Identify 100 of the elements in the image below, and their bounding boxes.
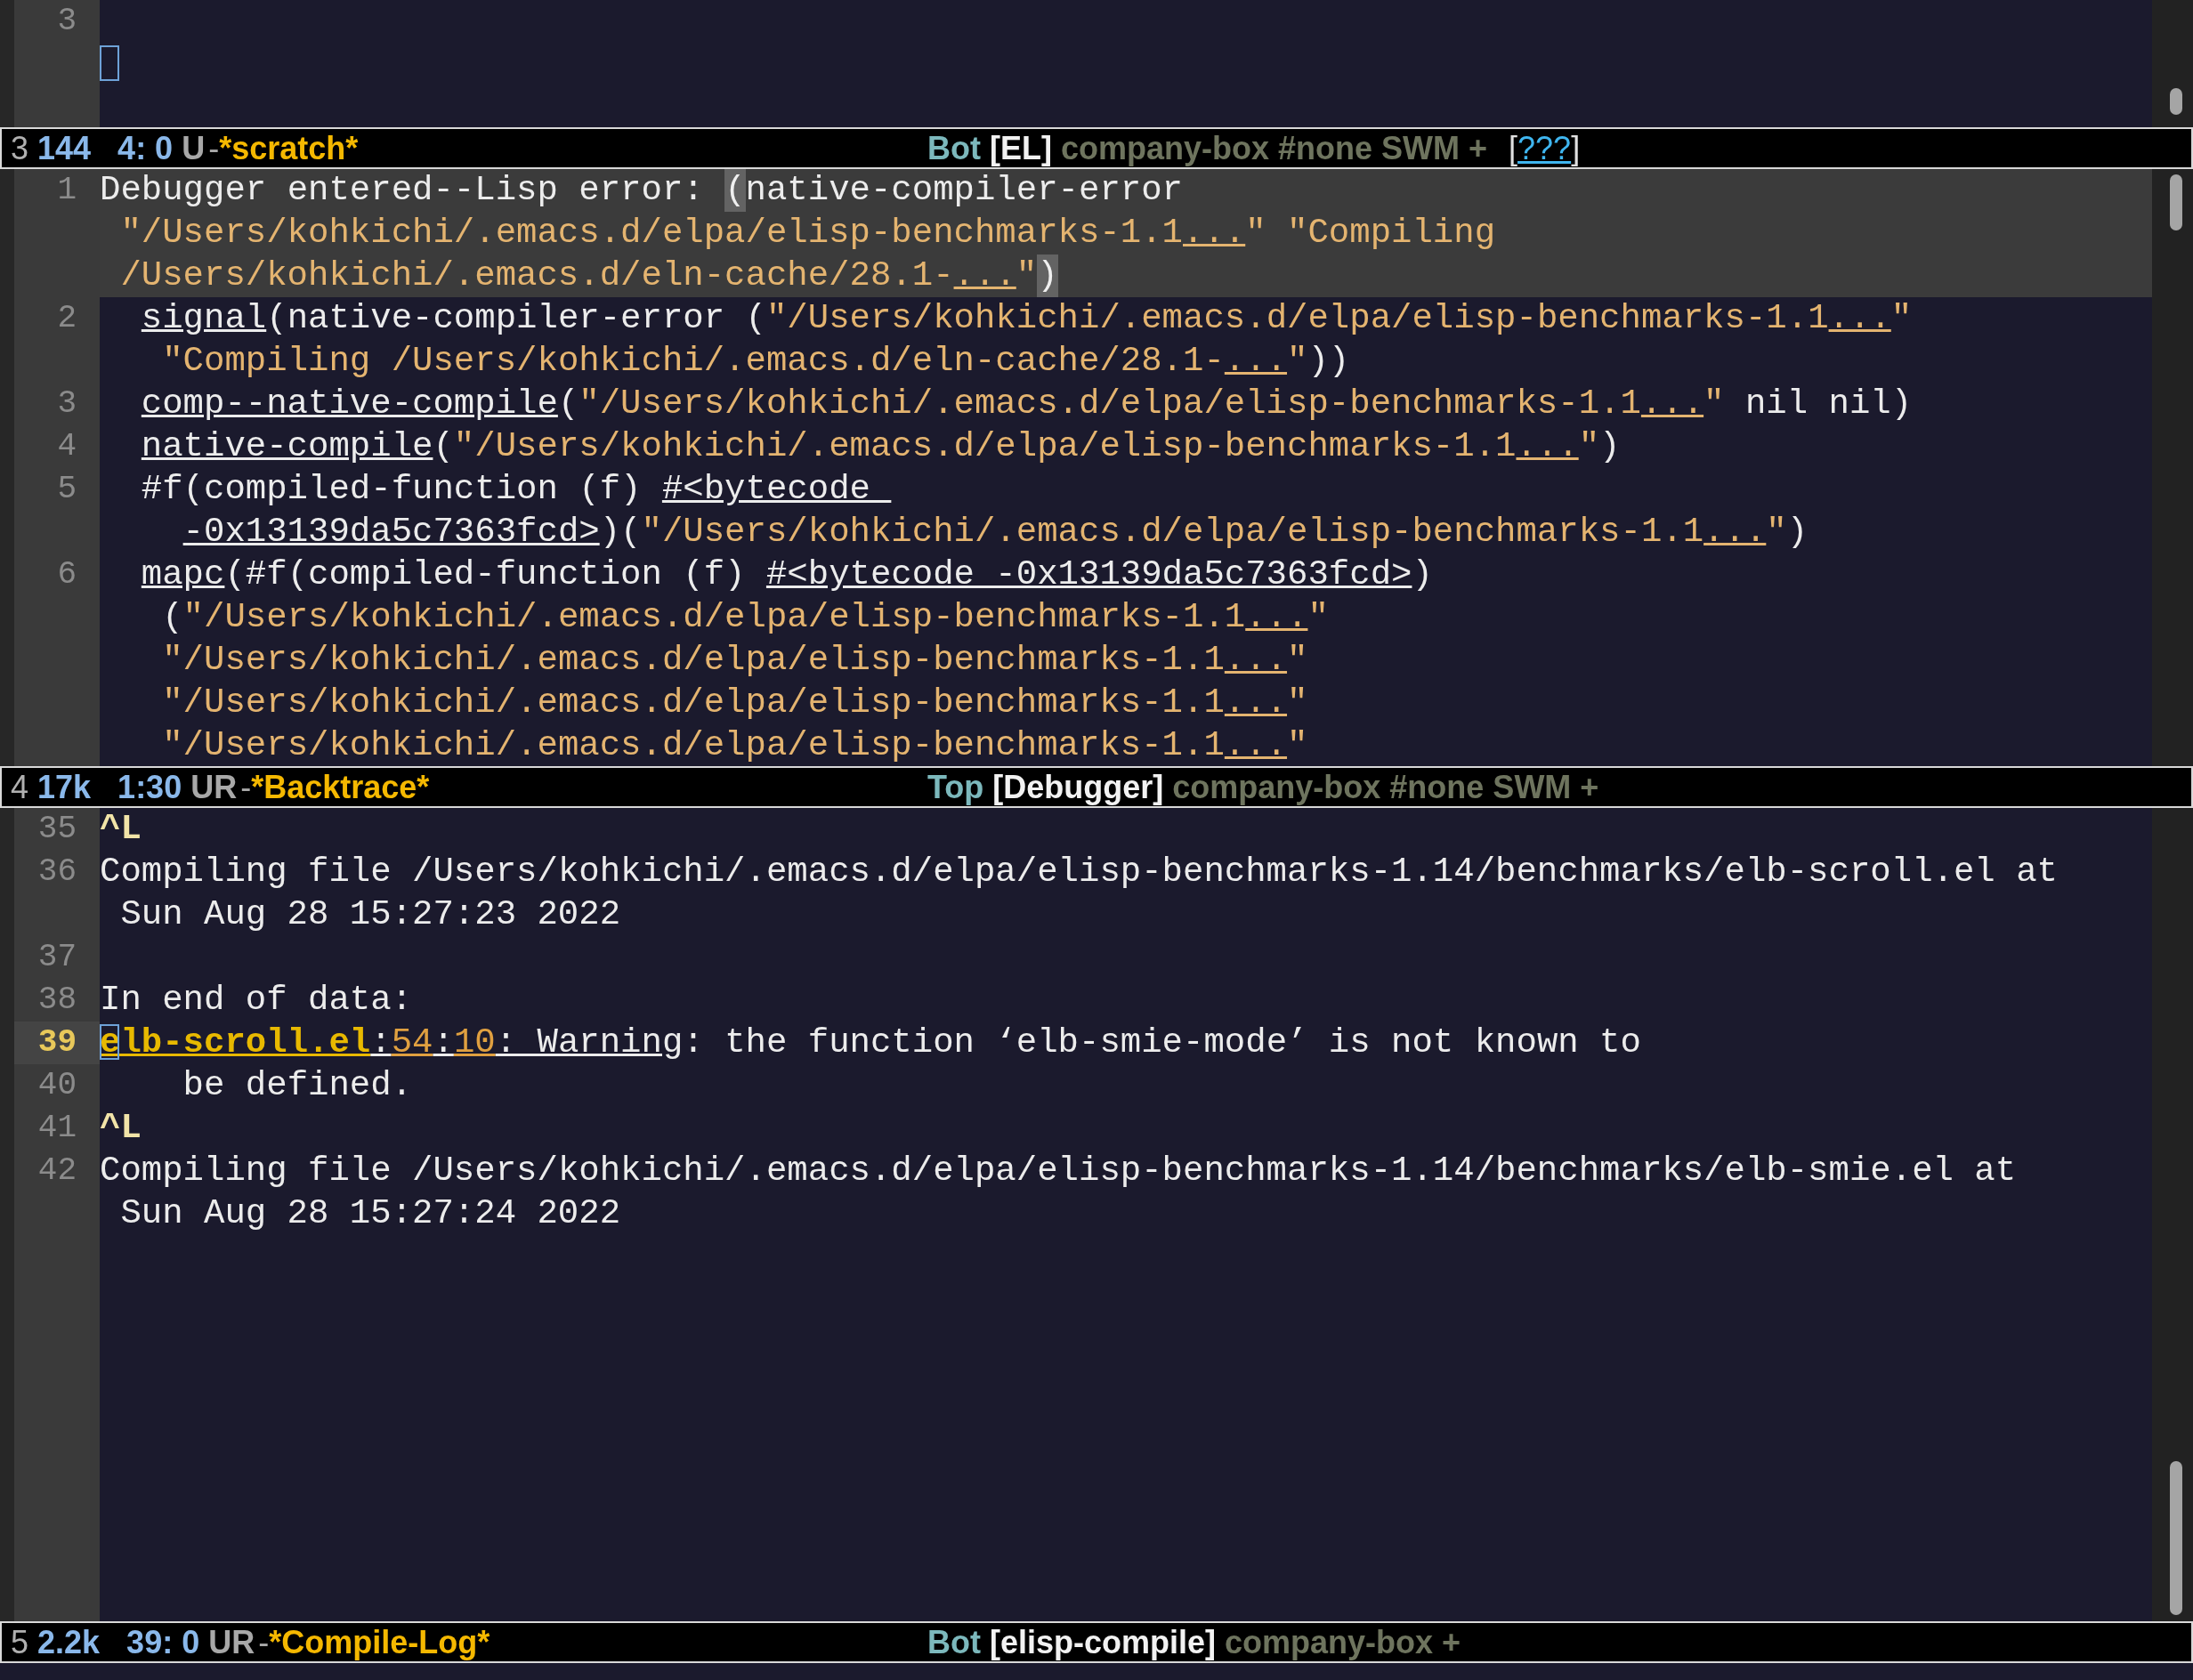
line-number: 3: [57, 2, 77, 41]
minor-modes: company-box #none SWM +: [1060, 129, 1488, 167]
string-literal: ": [1287, 682, 1308, 724]
code-text: ): [1786, 512, 1809, 553]
window-number: 4: [11, 768, 29, 806]
major-mode: [EL]: [990, 129, 1052, 167]
string-literal: "/Users/kohkichi/.emacs.d/elpa/elisp-benchmarks-1.1: [453, 426, 1517, 468]
ellipsis-link[interactable]: ...: [1183, 212, 1246, 254]
buffer-name: *Compile-Log*: [269, 1623, 490, 1661]
string-literal: ": [1287, 725, 1308, 766]
string-literal: "Compiling /Users/kohkichi/.emacs.d/eln-cache/28.1-: [162, 341, 1225, 383]
line-number-link[interactable]: 10: [453, 1022, 496, 1064]
scrollbar[interactable]: [2152, 169, 2193, 766]
code-text: : the function ‘elb-smie-mode’ is not known to: [683, 1022, 1641, 1064]
string-literal: /Users/kohkichi/.emacs.d/eln-cache/28.1-: [120, 255, 954, 297]
string-literal: "/Users/kohkichi/.emacs.d/elpa/elisp-benchmarks-1.1: [641, 512, 1704, 553]
buffer-name: *Backtrace*: [251, 768, 430, 806]
code-text: Compiling file /Users/kohkichi/.emacs.d/elpa/elisp-benchmarks-1.14/benchmarks/elb-scroll.el at: [100, 852, 2058, 893]
ellipsis-link[interactable]: ...: [1245, 596, 1308, 639]
scrollbar-thumb[interactable]: [2170, 1461, 2182, 1615]
ellipsis-link[interactable]: ...: [1703, 511, 1767, 553]
string-literal: ": [1890, 298, 1913, 340]
scrollbar-thumb[interactable]: [2170, 88, 2182, 115]
scrollbar-thumb[interactable]: [2170, 174, 2182, 230]
buffer-flags: UR: [208, 1623, 255, 1661]
bracket: [: [1509, 129, 1518, 167]
line-number: 35: [37, 810, 77, 849]
line-number: 36: [37, 852, 77, 892]
ellipsis-link[interactable]: ...: [1640, 383, 1704, 425]
string-literal: "/Users/kohkichi/.emacs.d/elpa/elisp-benchmarks-1.1: [579, 384, 1641, 425]
ellipsis-link[interactable]: ...: [1224, 639, 1288, 682]
code-text: be defined.: [182, 1065, 413, 1107]
code-text: (: [162, 597, 183, 639]
function-link[interactable]: signal: [141, 297, 267, 340]
string-literal: ": [1578, 426, 1600, 468]
string-literal: " "Compiling: [1245, 213, 1496, 254]
string-literal: ": [1016, 255, 1038, 297]
cursor-position: 1:30: [117, 768, 182, 806]
ellipsis-link[interactable]: ...: [1224, 724, 1288, 766]
buffer-size: 17k: [37, 768, 92, 806]
line-number: 4: [57, 427, 77, 466]
function-link[interactable]: mapc: [141, 553, 225, 596]
code-text: Debugger entered--Lisp error:: [100, 170, 705, 212]
code-text: ): [1412, 554, 1433, 596]
scrollbar[interactable]: [2152, 808, 2193, 1621]
scroll-position: Bot: [927, 1623, 981, 1661]
ellipsis-link[interactable]: ...: [953, 254, 1016, 297]
warning-link[interactable]: : Warning: [495, 1022, 684, 1064]
code-text: #f(compiled-function (f): [141, 469, 643, 511]
warning-link[interactable]: :: [433, 1022, 454, 1064]
string-literal: "/Users/kohkichi/.emacs.d/elpa/elisp-benchmarks-1.1: [120, 213, 1183, 254]
line-number: 6: [57, 555, 77, 594]
scroll-position: Bot: [927, 129, 981, 167]
code-text: In end of data:: [100, 980, 413, 1022]
separator: -: [240, 768, 252, 806]
ellipsis-link[interactable]: ...: [1828, 297, 1891, 340]
line-number: 42: [37, 1151, 77, 1191]
page-break: ^L: [100, 1108, 142, 1150]
page-break: ^L: [100, 809, 142, 851]
code-text: (: [557, 384, 579, 425]
separator: -: [208, 129, 220, 167]
function-link[interactable]: #<bytecode: [661, 468, 892, 511]
minor-modes: company-box #none SWM +: [1172, 768, 1599, 806]
buffer-flags: U: [182, 129, 206, 167]
line-number: 39: [37, 1023, 77, 1062]
string-literal: ": [1703, 384, 1725, 425]
ellipsis-link[interactable]: ...: [1224, 340, 1288, 383]
matched-paren: (: [724, 169, 746, 212]
function-link[interactable]: native-compile: [141, 425, 433, 468]
string-literal: "/Users/kohkichi/.emacs.d/elpa/elisp-benchmarks-1.1: [162, 682, 1225, 724]
string-literal: "/Users/kohkichi/.emacs.d/elpa/elisp-benchmarks-1.1: [162, 725, 1225, 766]
code-text: )): [1307, 341, 1350, 383]
buffer-size: 144: [37, 129, 92, 167]
string-literal: "/Users/kohkichi/.emacs.d/elpa/elisp-benchmarks-1.1: [765, 298, 1829, 340]
window-number: 5: [11, 1623, 29, 1661]
code-text: Sun Aug 28 15:27:23 2022: [120, 894, 621, 936]
line-number: 40: [37, 1066, 77, 1105]
code-text: nil nil): [1744, 384, 1913, 425]
minor-modes: company-box +: [1225, 1623, 1461, 1661]
warning-link[interactable]: :: [370, 1022, 392, 1064]
major-mode: [elisp-compile]: [990, 1623, 1217, 1661]
scrollbar[interactable]: [2152, 0, 2193, 127]
string-literal: ": [1766, 512, 1787, 553]
ellipsis-link[interactable]: ...: [1516, 425, 1579, 468]
line-number: 3: [57, 384, 77, 424]
buffer-flags: UR: [190, 768, 238, 806]
code-text: (: [433, 426, 454, 468]
ellipsis-link[interactable]: ...: [1224, 682, 1288, 724]
line-number: 41: [37, 1109, 77, 1148]
function-link[interactable]: comp--native-compile: [141, 383, 558, 425]
line-number: 38: [37, 981, 77, 1020]
buffer-size: 2.2k: [37, 1623, 101, 1661]
separator: -: [258, 1623, 270, 1661]
code-text: ): [1599, 426, 1621, 468]
line-number-link[interactable]: 54: [391, 1022, 433, 1064]
function-link[interactable]: #<bytecode -0x13139da5c7363fcd>: [765, 553, 1412, 596]
function-link[interactable]: -0x13139da5c7363fcd>: [182, 511, 600, 553]
code-text: (#f(compiled-function (f): [224, 554, 747, 596]
code-text: Compiling file /Users/kohkichi/.emacs.d/elpa/elisp-benchmarks-1.14/benchmarks/elb-smie.el at: [100, 1151, 2017, 1192]
matched-paren: ): [1037, 254, 1058, 297]
